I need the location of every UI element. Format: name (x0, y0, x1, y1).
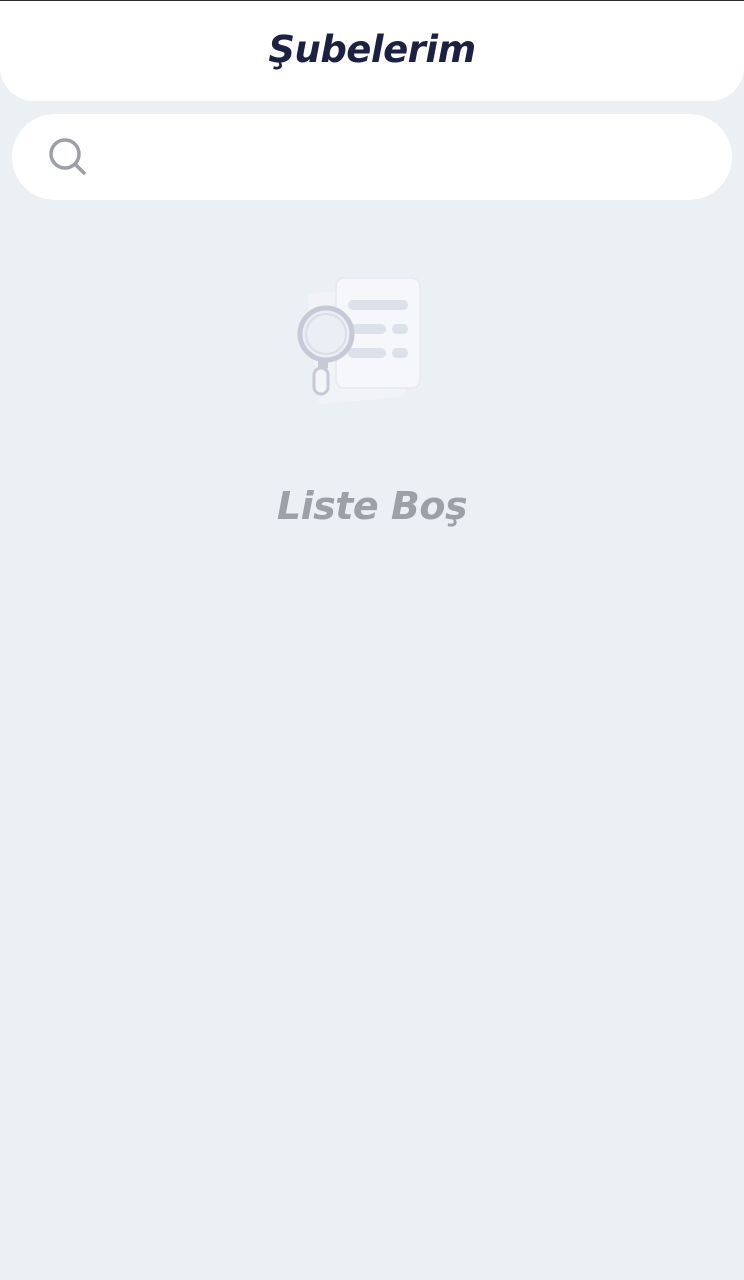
search-input[interactable] (102, 126, 702, 188)
search-bar[interactable] (12, 114, 732, 200)
app-header: Şubelerim (0, 1, 744, 101)
empty-list-illustration-icon (292, 272, 428, 408)
page-title: Şubelerim (268, 27, 476, 71)
empty-state-message: Liste Boş (276, 484, 468, 528)
search-icon (46, 135, 90, 179)
